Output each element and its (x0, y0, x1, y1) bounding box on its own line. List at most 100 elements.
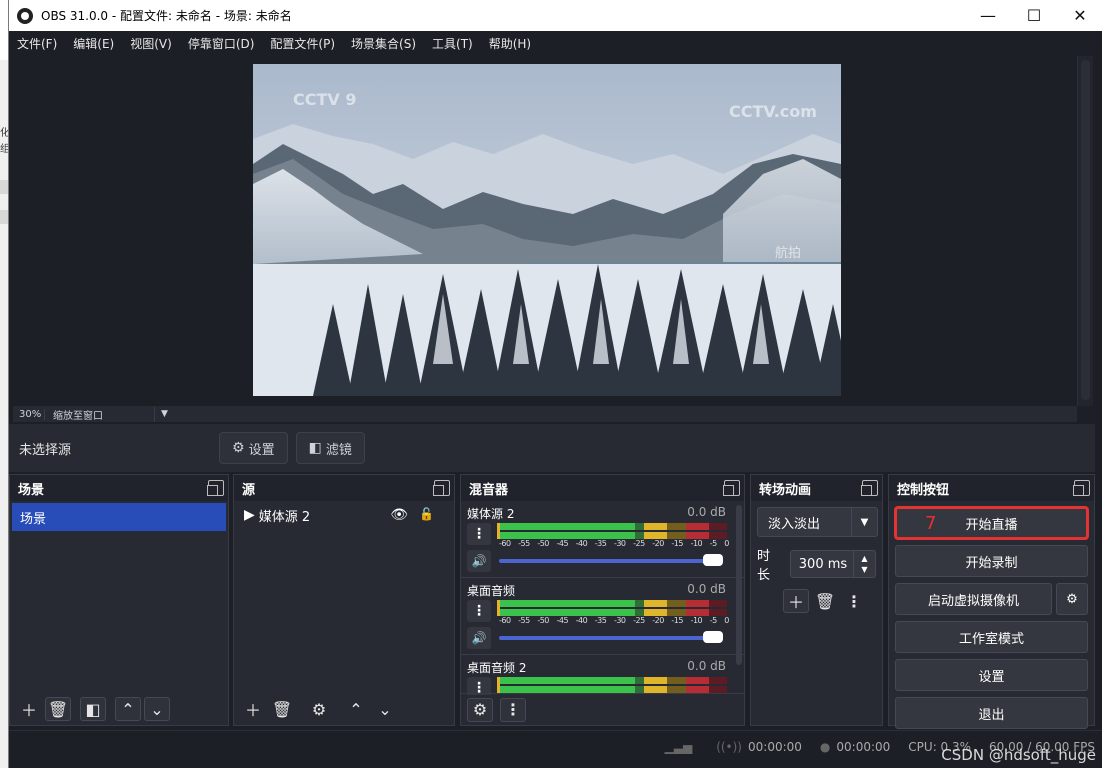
minimize-button[interactable]: — (965, 0, 1011, 31)
add-source-button[interactable]: ＋ (240, 697, 266, 721)
undock-icon[interactable] (207, 480, 224, 496)
menu-help[interactable]: 帮助(H) (489, 35, 531, 52)
advanced-audio-gear-icon[interactable]: ⚙ (467, 697, 493, 722)
speaker-icon[interactable]: 🔊 (467, 627, 491, 649)
volume-meter (497, 523, 727, 539)
channel-name: 桌面音频 2 (467, 661, 527, 675)
controls-title: 控制按钮 (897, 482, 950, 498)
start-virtual-camera-button[interactable]: 启动虚拟摄像机 (895, 583, 1052, 615)
scene-item[interactable]: 场景 (12, 503, 226, 531)
settings-button[interactable]: 设置 (895, 659, 1088, 691)
obs-logo-icon (17, 7, 33, 24)
menu-docks[interactable]: 停靠窗口(D) (188, 35, 255, 52)
volume-slider-handle[interactable] (703, 554, 723, 566)
start-streaming-button[interactable]: 7 开始直播 (895, 507, 1088, 539)
menu-view[interactable]: 视图(V) (130, 35, 172, 52)
scenes-title: 场景 (18, 482, 45, 498)
title-bar: OBS 31.0.0 - 配置文件: 未命名 - 场景: 未命名 — ☐ ✕ (9, 0, 1102, 31)
transition-selected: 淡入淡出 (768, 516, 821, 532)
zoom-dropdown-icon[interactable]: ▼ (161, 409, 168, 419)
add-transition-button[interactable]: ＋ (783, 589, 809, 613)
source-settings-button[interactable]: ⚙ 设置 (219, 432, 288, 464)
add-scene-button[interactable]: ＋ (16, 697, 42, 721)
volume-slider-handle[interactable] (703, 631, 723, 643)
menu-profile[interactable]: 配置文件(P) (270, 35, 335, 52)
undock-icon[interactable] (1073, 480, 1090, 496)
watermark: CSDN @hdsoft_huge (941, 746, 1096, 764)
background-window-edge: 化 组 (0, 60, 10, 768)
transition-select[interactable]: 淡入淡出 ▼ (757, 507, 878, 537)
studio-mode-button[interactable]: 工作室模式 (895, 621, 1088, 653)
ghost-bar (0, 180, 8, 194)
mixer-scrollbar[interactable] (736, 505, 742, 665)
transitions-dock: 转场动画 淡入淡出 ▼ 时长 300 ms ▲ ▼ ＋ 🗑 ⋮ (750, 474, 883, 726)
preview-zoom-bar: 30% 缩放至窗口 ▼ (13, 406, 1077, 422)
channel-db: 0.0 dB (687, 582, 726, 596)
channel-menu-icon[interactable]: ⋮ (467, 600, 491, 622)
virtual-camera-gear-icon[interactable]: ⚙ (1056, 583, 1088, 615)
scenes-dock: 场景 场景 ＋ 🗑 ◧ ⌃ ⌄ (9, 474, 229, 726)
menu-file[interactable]: 文件(F) (17, 35, 57, 52)
undock-icon[interactable] (723, 480, 740, 496)
source-settings-label: 设置 (248, 442, 275, 458)
channel-menu-icon[interactable]: ⋮ (467, 523, 491, 545)
preview-scrollbar[interactable] (1077, 56, 1093, 406)
speaker-icon[interactable]: 🔊 (467, 550, 491, 572)
scene-filters-icon[interactable]: ◧ (80, 697, 106, 721)
mixer-channel: 桌面音频 2 0.0 dB ⋮ (461, 655, 744, 695)
remove-transition-icon[interactable]: 🗑 (812, 589, 838, 613)
source-filters-button[interactable]: ◧ 滤镜 (295, 432, 365, 464)
zoom-mode[interactable]: 缩放至窗口 (45, 406, 155, 422)
source-item-label: 媒体源 2 (258, 509, 311, 525)
menu-tools[interactable]: 工具(T) (432, 35, 473, 52)
duration-spinner-icon[interactable]: ▲ ▼ (853, 551, 875, 577)
controls-dock: 控制按钮 7 开始直播 开始录制 启动虚拟摄像机 ⚙ 工作室模式 设置 退出 (888, 474, 1095, 729)
remove-scene-icon[interactable]: 🗑 (45, 697, 71, 721)
network-signal-icon: ▁▃▅ (664, 739, 693, 754)
mixer-channel: 媒体源 2 0.0 dB ⋮ -60 -55 -50 -45 -40 -35 -30 -25-… (461, 501, 744, 578)
record-time: 00:00:00 (836, 739, 891, 754)
move-up-icon[interactable]: ⌃ (343, 697, 369, 721)
stream-broadcast-icon: ((•)) (716, 739, 742, 754)
duration-label: 时长 (757, 549, 771, 583)
start-streaming-label: 开始直播 (965, 517, 1018, 533)
menu-bar: 文件(F) 编辑(E) 视图(V) 停靠窗口(D) 配置文件(P) 场景集合(S… (9, 31, 1102, 55)
undock-icon[interactable] (861, 480, 878, 496)
channel-logo-right: CCTV.com (729, 102, 817, 121)
maximize-button[interactable]: ☐ (1011, 0, 1057, 31)
eye-visibility-icon[interactable]: 👁 (390, 507, 408, 523)
sources-title: 源 (242, 482, 256, 498)
sources-dock: 源 ▶ 媒体源 2 👁 🔓 ＋ 🗑 ⚙ ⌃ ⌄ (233, 474, 455, 726)
exit-button[interactable]: 退出 (895, 697, 1088, 729)
remove-source-icon[interactable]: 🗑 (269, 697, 295, 721)
duration-value: 300 ms (798, 556, 848, 572)
volume-slider[interactable] (499, 631, 723, 643)
zoom-value[interactable]: 30% (13, 408, 45, 420)
menu-scene-collection[interactable]: 场景集合(S) (351, 35, 416, 52)
lock-icon[interactable]: 🔓 (419, 507, 434, 521)
duration-input[interactable]: 300 ms ▲ ▼ (789, 550, 876, 578)
stream-time: 00:00:00 (748, 739, 802, 754)
menu-edit[interactable]: 编辑(E) (73, 35, 114, 52)
undock-icon[interactable] (433, 480, 450, 496)
obs-window: OBS 31.0.0 - 配置文件: 未命名 - 场景: 未命名 — ☐ ✕ 文… (8, 0, 1102, 768)
filter-icon: ◧ (308, 440, 322, 456)
source-filters-label: 滤镜 (325, 442, 352, 458)
source-item[interactable]: ▶ 媒体源 2 👁 🔓 (234, 501, 454, 529)
volume-slider[interactable] (499, 554, 723, 566)
chevron-down-icon[interactable]: ▼ (851, 508, 877, 536)
mixer-menu-icon[interactable]: ⋮ (500, 697, 526, 722)
move-up-icon[interactable]: ⌃ (115, 697, 141, 721)
source-properties-gear-icon[interactable]: ⚙ (306, 697, 332, 721)
mixer-channel: 桌面音频 0.0 dB ⋮ -60 -55 -50 -45 -40 -35 -30 -25 -2… (461, 578, 744, 655)
window-title: OBS 31.0.0 - 配置文件: 未命名 - 场景: 未命名 (41, 9, 292, 23)
transition-menu-icon[interactable]: ⋮ (841, 589, 867, 613)
preview-area[interactable]: CCTV 9 CCTV.com 航拍 (13, 56, 1079, 406)
record-dot-icon: ● (819, 739, 831, 754)
move-down-icon[interactable]: ⌄ (372, 697, 398, 721)
meter-ticks: -60 -55 -50 -45 -40 -35 -30 -25 -20 -15 -10 -5 0 (499, 539, 729, 548)
channel-logo-watermark: CCTV 9 (293, 90, 357, 109)
start-recording-button[interactable]: 开始录制 (895, 545, 1088, 577)
move-down-icon[interactable]: ⌄ (144, 697, 170, 721)
close-button[interactable]: ✕ (1057, 0, 1102, 31)
